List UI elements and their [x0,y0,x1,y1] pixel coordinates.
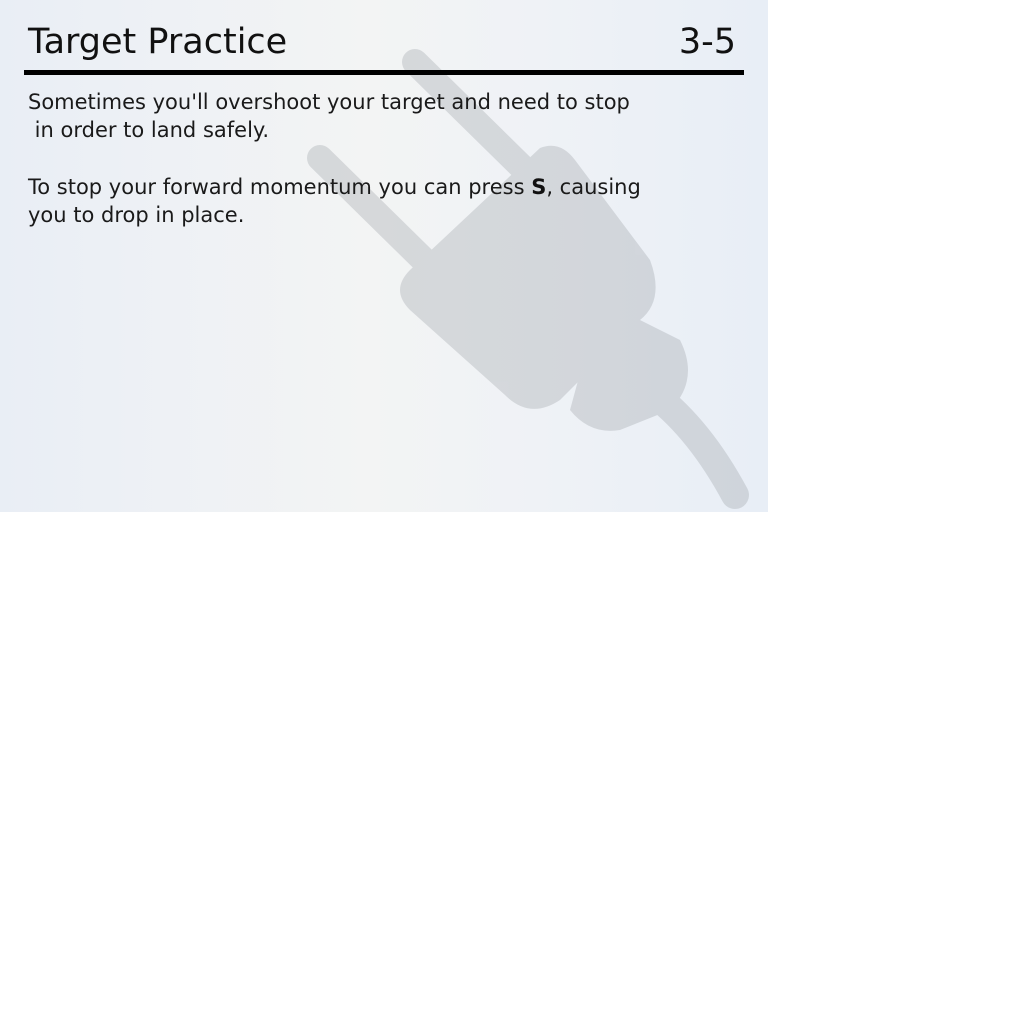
level-header: Target Practice 3-5 [28,20,736,64]
instruction-panel: Target Practice 3-5 Sometimes you'll ove… [0,0,768,512]
instruction-paragraph: To stop your forward momentum you can pr… [28,173,708,229]
level-number: 3-5 [678,22,736,62]
header-divider [24,70,744,75]
instruction-line: To stop your forward momentum you can pr… [28,175,532,199]
instruction-line: , causing [546,175,641,199]
stop-key-label: S [531,175,547,199]
instruction-paragraph: Sometimes you'll overshoot your target a… [28,88,708,144]
instruction-text: Sometimes you'll overshoot your target a… [28,88,708,258]
instruction-line: you to drop in place. [28,203,245,227]
instruction-line: in order to land safely. [28,118,270,142]
instruction-line: Sometimes you'll overshoot your target a… [28,90,630,114]
level-title: Target Practice [28,22,288,62]
